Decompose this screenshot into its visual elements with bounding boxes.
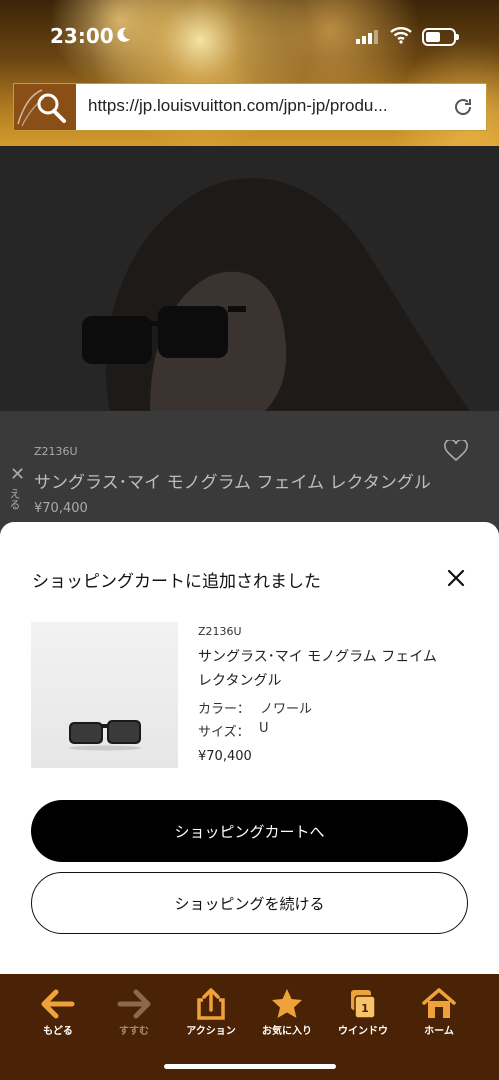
sheet-title: ショッピングカートに追加されました: [32, 572, 321, 592]
toolbar-action-label: アクション: [186, 1026, 236, 1037]
moon-icon: [117, 27, 130, 42]
background-product-title: サングラス･マイ モノグラム フェイム レクタングル: [34, 473, 431, 493]
item-price: ¥70,400: [198, 749, 252, 764]
browser-header: 23:00 https://jp.louisvuitton.com/jpn-jp…: [0, 0, 499, 146]
toolbar-favorites-label: お気に入り: [262, 1026, 312, 1037]
added-to-cart-sheet: ショッピングカートに追加されました Z2136U サングラス･マイ モノグラム …: [0, 522, 499, 974]
toolbar-favorites-button[interactable]: お気に入り: [257, 988, 317, 1037]
browser-logo-icon[interactable]: [14, 84, 76, 130]
windows-icon: 1: [351, 990, 376, 1019]
back-arrow-icon: [41, 989, 75, 1019]
item-sku: Z2136U: [198, 625, 242, 638]
toolbar-back-button[interactable]: もどる: [28, 988, 88, 1037]
share-icon: [197, 988, 225, 1020]
toolbar-forward-button[interactable]: すすむ: [104, 988, 164, 1037]
toolbar-windows-label: ウインドウ: [338, 1026, 388, 1037]
signal-icon: [356, 30, 378, 44]
home-icon: [422, 988, 456, 1018]
item-color-label: カラー：: [198, 702, 251, 717]
url-bar[interactable]: https://jp.louisvuitton.com/jpn-jp/produ…: [13, 83, 487, 131]
background-price: ¥70,400: [34, 501, 88, 516]
toolbar-home-button[interactable]: ホーム: [409, 988, 469, 1037]
continue-shopping-button[interactable]: ショッピングを続ける: [31, 872, 468, 934]
toolbar-forward-label: すすむ: [119, 1026, 149, 1037]
toolbar-action-button[interactable]: アクション: [181, 988, 241, 1037]
url-text[interactable]: https://jp.louisvuitton.com/jpn-jp/produ…: [88, 96, 450, 116]
model-photo: [0, 146, 499, 411]
product-thumbnail[interactable]: [31, 622, 178, 768]
background-sku: Z2136U: [34, 445, 78, 458]
background-close-icon[interactable]: ✕: [10, 464, 25, 485]
item-name: サングラス･マイ モノグラム フェイム レクタングル: [198, 649, 437, 689]
product-hero-image: [0, 146, 499, 411]
go-to-cart-button[interactable]: ショッピングカートへ: [31, 800, 468, 862]
forward-arrow-icon: [117, 989, 151, 1019]
item-size-label: サイズ：: [198, 725, 250, 740]
close-icon[interactable]: [445, 567, 467, 589]
toolbar-back-label: もどる: [43, 1026, 73, 1037]
windows-count-badge: 1: [361, 1002, 369, 1015]
item-size-value: U: [259, 721, 269, 736]
sunglasses-image: [69, 720, 141, 751]
battery-icon: [422, 28, 459, 46]
wifi-icon: [390, 27, 412, 44]
home-indicator[interactable]: [164, 1064, 336, 1069]
status-time: 23:00: [50, 24, 114, 48]
toolbar-windows-button[interactable]: 1 ウインドウ: [333, 988, 393, 1037]
toolbar-home-label: ホーム: [424, 1026, 454, 1037]
item-color-value: ノワール: [260, 702, 313, 717]
heart-icon[interactable]: [444, 440, 468, 462]
reload-icon[interactable]: [452, 96, 474, 118]
star-icon: [272, 989, 302, 1018]
background-side-label: える: [8, 488, 21, 510]
